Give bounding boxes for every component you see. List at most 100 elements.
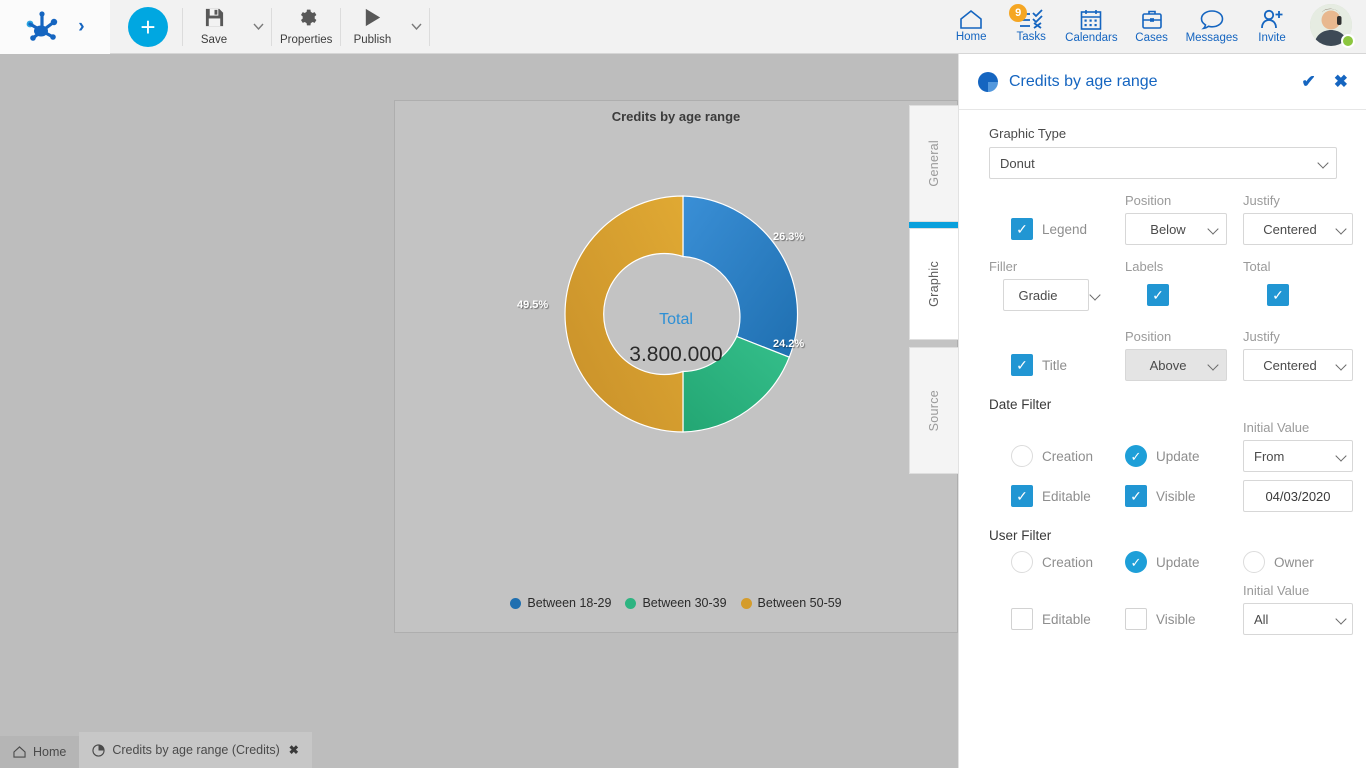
nav-tasks[interactable]: 9 Tasks xyxy=(1001,0,1061,54)
date-update-radio[interactable]: ✓ xyxy=(1125,445,1147,467)
properties-button[interactable]: Properties xyxy=(272,0,340,54)
date-creation-label: Creation xyxy=(1042,449,1093,464)
user-creation-radio[interactable] xyxy=(1011,551,1033,573)
publish-button[interactable]: Publish xyxy=(341,0,403,54)
filler-select[interactable]: Gradie xyxy=(1003,279,1089,311)
home-icon xyxy=(959,9,983,29)
gear-icon xyxy=(296,7,317,32)
nav-messages[interactable]: Messages xyxy=(1182,0,1242,54)
play-icon xyxy=(362,7,383,32)
legend-checkbox-row[interactable]: ✓ Legend xyxy=(989,218,1109,240)
nav-calendars-label: Calendars xyxy=(1065,33,1117,45)
legend-item[interactable]: Between 18-29 xyxy=(510,596,611,610)
legend-justify-select[interactable]: Centered xyxy=(1243,213,1353,245)
close-icon[interactable]: ✖ xyxy=(1334,73,1348,90)
user-owner-radio[interactable] xyxy=(1243,551,1265,573)
legend-item[interactable]: Between 50-59 xyxy=(741,596,842,610)
bottom-tab-close-icon[interactable]: ✖ xyxy=(289,743,299,757)
title-position-select[interactable]: Above xyxy=(1125,349,1227,381)
bottom-tab-home-label: Home xyxy=(33,745,66,759)
date-visible-checkbox[interactable]: ✓ xyxy=(1125,485,1147,507)
user-editable-row[interactable]: Editable xyxy=(989,608,1109,630)
total-checkbox-row[interactable]: ✓ xyxy=(1243,284,1355,306)
nav-cases[interactable]: Cases xyxy=(1122,0,1182,54)
title-justify-label: Justify xyxy=(1243,329,1355,344)
panel-body: Graphic Type Donut Position Justify ✓ Le… xyxy=(959,110,1366,635)
title-justify-wrap: Centered xyxy=(1243,349,1355,381)
tab-general[interactable]: General xyxy=(909,105,958,222)
date-editable-label: Editable xyxy=(1042,489,1091,504)
nav-invite[interactable]: Invite xyxy=(1242,0,1302,54)
sidebar-expand-icon[interactable]: › xyxy=(78,17,84,36)
graphic-type-select[interactable]: Donut xyxy=(989,147,1337,179)
date-initial-value-wrap: From xyxy=(1243,440,1355,472)
title-position-wrap: Above xyxy=(1125,349,1227,381)
nav-calendars[interactable]: Calendars xyxy=(1061,0,1121,54)
user-creation-row[interactable]: Creation xyxy=(989,551,1109,573)
save-dropdown-icon[interactable] xyxy=(245,0,271,54)
user-update-radio[interactable]: ✓ xyxy=(1125,551,1147,573)
tab-graphic[interactable]: Graphic xyxy=(909,228,958,340)
user-visible-row[interactable]: Visible xyxy=(1125,608,1227,630)
nav-home[interactable]: Home xyxy=(941,0,1001,54)
bottom-tab-home[interactable]: Home xyxy=(0,736,79,768)
date-visible-row[interactable]: ✓ Visible xyxy=(1125,485,1227,507)
date-editable-row[interactable]: ✓ Editable xyxy=(989,485,1109,507)
tab-source[interactable]: Source xyxy=(909,347,958,474)
user-visible-checkbox[interactable] xyxy=(1125,608,1147,630)
user-visible-label: Visible xyxy=(1156,612,1196,627)
date-initial-value-label: Initial Value xyxy=(1243,420,1355,435)
legend-label-1: Between 30-39 xyxy=(642,596,726,610)
user-initial-value-select[interactable]: All xyxy=(1243,603,1353,635)
app-logo-icon[interactable] xyxy=(25,11,59,43)
panel-actions: ✔ ✖ xyxy=(1302,73,1349,90)
user-initial-value-label: Initial Value xyxy=(1243,583,1355,598)
legend-checkbox[interactable]: ✓ xyxy=(1011,218,1033,240)
date-creation-radio[interactable] xyxy=(1011,445,1033,467)
date-update-row[interactable]: ✓ Update xyxy=(1125,445,1227,467)
legend-position-select[interactable]: Below xyxy=(1125,213,1227,245)
pie-chart-icon xyxy=(977,71,999,93)
date-initial-value-select[interactable]: From xyxy=(1243,440,1353,472)
title-checkbox-row[interactable]: ✓ Title xyxy=(989,354,1109,376)
design-canvas: Credits by age range xyxy=(0,54,958,728)
date-update-label: Update xyxy=(1156,449,1200,464)
date-filter-section-label: Date Filter xyxy=(989,397,1344,412)
publish-dropdown-icon[interactable] xyxy=(403,0,429,54)
title-checkbox[interactable]: ✓ xyxy=(1011,354,1033,376)
slice-label-2: 49.5% xyxy=(517,299,548,311)
confirm-icon[interactable]: ✔ xyxy=(1302,73,1316,90)
slice-label-0: 26.3% xyxy=(773,231,804,243)
labels-checkbox[interactable]: ✓ xyxy=(1147,284,1169,306)
user-add-icon xyxy=(1260,9,1284,30)
tab-source-label: Source xyxy=(927,390,941,431)
user-owner-row[interactable]: Owner xyxy=(1243,551,1355,573)
graphic-type-label: Graphic Type xyxy=(989,126,1344,141)
bottom-tab-bar: Home Credits by age range (Credits) ✖ xyxy=(0,728,958,768)
panel-header: Credits by age range ✔ ✖ xyxy=(959,54,1366,110)
labels-checkbox-row[interactable]: ✓ xyxy=(1125,284,1227,306)
save-button[interactable]: Save xyxy=(183,0,245,54)
title-justify-select[interactable]: Centered xyxy=(1243,349,1353,381)
add-button[interactable]: + xyxy=(128,7,168,47)
legend-label-0: Between 18-29 xyxy=(527,596,611,610)
legend-justify-wrap: Centered xyxy=(1243,213,1355,245)
date-creation-row[interactable]: Creation xyxy=(989,445,1109,467)
date-value-input[interactable] xyxy=(1243,480,1353,512)
pie-small-icon xyxy=(92,744,105,757)
legend-item[interactable]: Between 30-39 xyxy=(625,596,726,610)
total-checkbox[interactable]: ✓ xyxy=(1267,284,1289,306)
calendar-icon xyxy=(1080,9,1102,30)
tab-general-label: General xyxy=(927,140,941,187)
avatar[interactable] xyxy=(1310,4,1356,50)
donut-chart[interactable]: 26.3% 24.2% 49.5% Total 3.800.000 xyxy=(395,131,957,531)
user-update-row[interactable]: ✓ Update xyxy=(1125,551,1227,573)
bottom-tab-credits[interactable]: Credits by age range (Credits) ✖ xyxy=(79,732,312,768)
chart-widget[interactable]: Credits by age range xyxy=(394,100,958,633)
legend-label: Legend xyxy=(1042,222,1087,237)
date-editable-checkbox[interactable]: ✓ xyxy=(1011,485,1033,507)
nav-home-label: Home xyxy=(956,32,987,44)
legend-position-wrap: Below xyxy=(1125,213,1227,245)
properties-label: Properties xyxy=(280,35,332,47)
user-editable-checkbox[interactable] xyxy=(1011,608,1033,630)
